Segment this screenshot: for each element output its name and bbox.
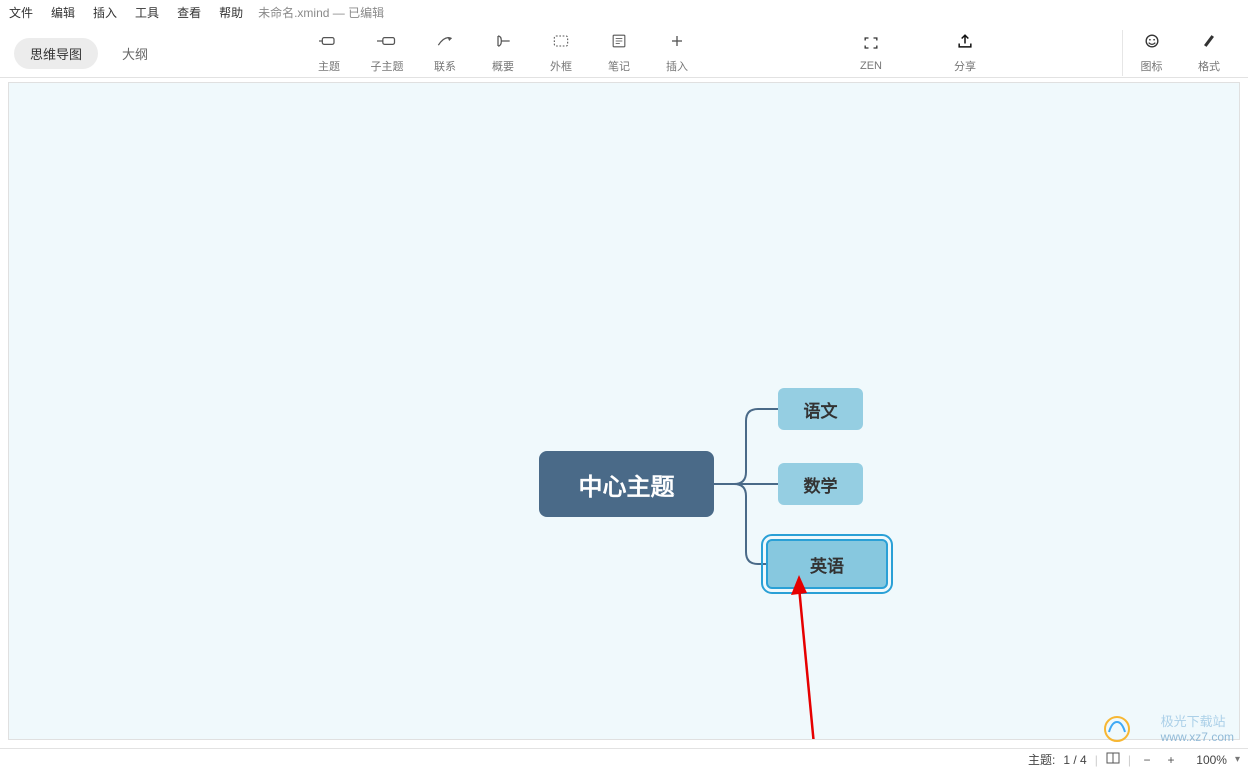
icon-panel-button[interactable]: 图标: [1122, 30, 1180, 76]
connectors: [9, 83, 1239, 739]
summary-label: 概要: [492, 58, 514, 74]
central-topic-node[interactable]: 中心主题: [539, 451, 714, 517]
outline-tab[interactable]: 大纲: [114, 38, 156, 69]
relation-icon: [435, 32, 455, 55]
toolbar-main-group: 主题 子主题 联系 概要 外框 笔记 插入: [300, 30, 706, 76]
relation-label: 联系: [434, 58, 456, 74]
topic-icon: [319, 32, 339, 55]
status-separator-2: |: [1128, 753, 1131, 767]
zoom-in-button[interactable]: +: [1163, 753, 1179, 767]
status-bar: 主题: 1 / 4 | | − + 100% ▾: [0, 748, 1248, 770]
summary-icon: [493, 32, 513, 55]
menu-file[interactable]: 文件: [0, 4, 42, 21]
relation-button[interactable]: 联系: [416, 30, 474, 76]
menu-view[interactable]: 查看: [168, 4, 210, 21]
topic-count-label: 主题:: [1028, 751, 1055, 768]
subtopic-node-1[interactable]: 语文: [778, 388, 863, 430]
boundary-label: 外框: [550, 58, 572, 74]
zoom-out-button[interactable]: −: [1139, 753, 1155, 767]
subtopic-node-2[interactable]: 数学: [778, 463, 863, 505]
insert-button[interactable]: 插入: [648, 30, 706, 76]
mindmap-tab[interactable]: 思维导图: [14, 38, 98, 69]
subtopic-button[interactable]: 子主题: [358, 30, 416, 76]
menu-insert[interactable]: 插入: [84, 4, 126, 21]
subtopic-label: 子主题: [371, 58, 404, 74]
icon-panel-label: 图标: [1141, 58, 1163, 74]
zoom-value[interactable]: 100%: [1187, 753, 1227, 767]
topic-button[interactable]: 主题: [300, 30, 358, 76]
boundary-button[interactable]: 外框: [532, 30, 590, 76]
share-icon: [955, 32, 975, 55]
mindmap-canvas[interactable]: 中心主题 语文 数学 英语: [8, 82, 1240, 740]
subtopic-node-3-selected[interactable]: 英语: [766, 539, 888, 589]
topic-count-value: 1 / 4: [1063, 753, 1086, 767]
menu-edit[interactable]: 编辑: [42, 4, 84, 21]
notes-label: 笔记: [608, 58, 630, 74]
topic-label: 主题: [318, 58, 340, 74]
menu-bar: 文件 编辑 插入 工具 查看 帮助 未命名.xmind — 已编辑: [0, 0, 1248, 24]
share-button[interactable]: 分享: [936, 30, 994, 76]
toolbar: 思维导图 大纲 主题 子主题 联系 概要 外框 笔记 插入: [0, 24, 1248, 78]
format-panel-label: 格式: [1198, 58, 1220, 74]
zen-label: ZEN: [860, 60, 882, 72]
outline-icon[interactable]: [1106, 751, 1120, 768]
notes-icon: [609, 32, 629, 55]
toolbar-panel-group: 图标 格式: [1122, 30, 1238, 76]
menu-help[interactable]: 帮助: [210, 4, 252, 21]
view-mode-tabs: 思维导图 大纲: [14, 38, 156, 69]
notes-button[interactable]: 笔记: [590, 30, 648, 76]
share-label: 分享: [954, 58, 976, 74]
toolbar-share-group: 分享: [936, 30, 994, 76]
status-separator: |: [1095, 753, 1098, 767]
format-panel-button[interactable]: 格式: [1180, 30, 1238, 76]
toolbar-zen-group: ZEN: [842, 30, 900, 76]
subtopic-icon: [377, 32, 397, 55]
brush-icon: [1199, 32, 1219, 55]
summary-button[interactable]: 概要: [474, 30, 532, 76]
insert-label: 插入: [666, 58, 688, 74]
zen-button[interactable]: ZEN: [842, 30, 900, 76]
menu-tools[interactable]: 工具: [126, 4, 168, 21]
plus-icon: [667, 32, 687, 55]
boundary-icon: [551, 32, 571, 55]
chevron-down-icon[interactable]: ▾: [1235, 754, 1240, 765]
document-title: 未命名.xmind — 已编辑: [258, 4, 384, 21]
annotation-arrow: [789, 575, 839, 740]
smiley-icon: [1142, 32, 1162, 55]
fullscreen-icon: [861, 34, 881, 57]
